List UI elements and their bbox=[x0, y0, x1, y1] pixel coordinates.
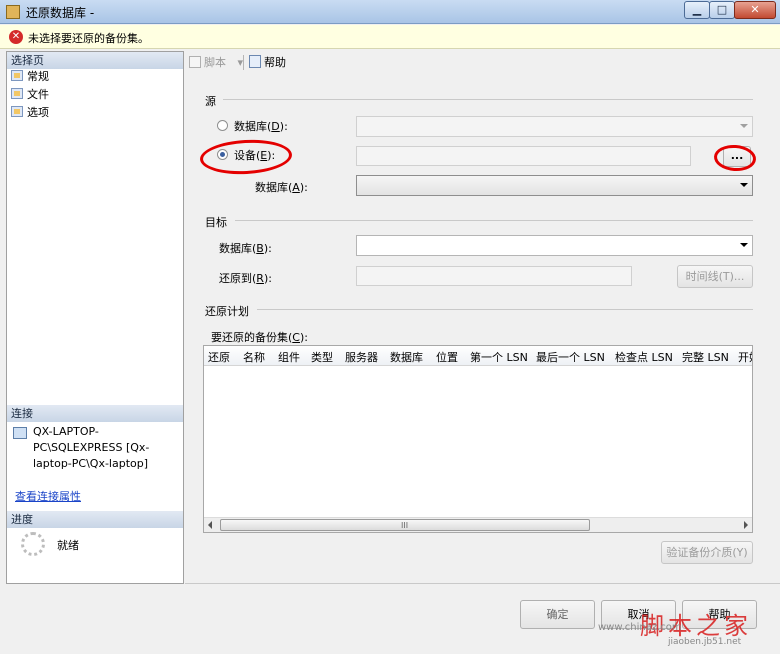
script-icon bbox=[189, 56, 201, 68]
toolbar-separator bbox=[243, 55, 244, 70]
sidebar-item-label: 常规 bbox=[27, 70, 49, 83]
divider bbox=[185, 583, 780, 584]
verify-backup-media-button[interactable]: 验证备份介质(Y) bbox=[661, 541, 753, 564]
column-header[interactable]: 检查点 LSN bbox=[615, 349, 673, 365]
spinner-icon bbox=[21, 532, 45, 556]
column-header[interactable]: 组件 bbox=[278, 349, 300, 365]
window-title: 还原数据库 - bbox=[26, 6, 95, 20]
column-header[interactable]: 完整 LSN bbox=[682, 349, 729, 365]
ok-button[interactable]: 确定 bbox=[520, 600, 595, 629]
chevron-down-icon bbox=[740, 183, 748, 187]
grid-header: 还原 名称 组件 类型 服务器 数据库 位置 第一个 LSN 最后一个 LSN … bbox=[204, 346, 752, 366]
connection-header: 连接 bbox=[7, 405, 183, 422]
page-icon bbox=[11, 70, 23, 81]
script-button[interactable]: 脚本 ▾ bbox=[189, 54, 243, 70]
target-database-label: 数据库(B): bbox=[219, 242, 272, 255]
target-database-combo[interactable] bbox=[356, 235, 753, 256]
toolbar: 脚本 ▾ 帮助 bbox=[185, 51, 780, 73]
scroll-grip: III bbox=[401, 521, 409, 530]
sidebar-item-general[interactable]: 常规 bbox=[11, 69, 49, 85]
watermark-url: www.chinaz.com bbox=[598, 622, 682, 633]
minimize-button[interactable]: ▁ bbox=[684, 1, 710, 19]
column-header[interactable]: 名称 bbox=[243, 349, 265, 365]
database-source-label: 数据库(D): bbox=[234, 120, 288, 133]
title-bar: 还原数据库 - ▁ □ ✕ bbox=[0, 0, 780, 24]
source-db-label: 数据库(A): bbox=[255, 181, 308, 194]
chevron-down-icon bbox=[740, 124, 748, 128]
chevron-down-icon bbox=[740, 243, 748, 247]
help-icon bbox=[249, 55, 261, 68]
select-page-header: 选择页 bbox=[7, 52, 183, 69]
restore-plan-group-label: 还原计划 bbox=[205, 305, 249, 318]
sidebar-item-label: 文件 bbox=[27, 88, 49, 101]
backup-sets-grid[interactable]: 还原 名称 组件 类型 服务器 数据库 位置 第一个 LSN 最后一个 LSN … bbox=[203, 345, 753, 533]
help-toolbar-button[interactable]: 帮助 bbox=[249, 54, 286, 70]
view-connection-properties-link[interactable]: 查看连接属性 bbox=[15, 488, 81, 504]
column-header[interactable]: 数据库 bbox=[390, 349, 423, 365]
divider bbox=[257, 309, 753, 310]
restore-to-label: 还原到(R): bbox=[219, 272, 272, 285]
page-icon bbox=[11, 106, 23, 117]
scroll-right-icon[interactable] bbox=[744, 521, 748, 529]
source-db-select[interactable] bbox=[356, 175, 753, 196]
column-header[interactable]: 开始 bbox=[738, 349, 752, 365]
column-header[interactable]: 服务器 bbox=[345, 349, 378, 365]
column-header[interactable]: 第一个 LSN bbox=[470, 349, 528, 365]
left-panel: 选择页 常规 文件 选项 连接 QX-LAPTOP-PC\SQLEXPRESS … bbox=[6, 51, 184, 584]
sidebar-item-label: 选项 bbox=[27, 106, 49, 119]
error-icon: ✕ bbox=[9, 30, 23, 44]
error-bar: ✕ 未选择要还原的备份集。 bbox=[0, 25, 780, 49]
divider bbox=[235, 220, 753, 221]
scroll-left-icon[interactable] bbox=[208, 521, 212, 529]
device-path-field bbox=[356, 146, 691, 166]
maximize-button[interactable]: □ bbox=[709, 1, 735, 19]
server-icon bbox=[13, 427, 27, 439]
column-header[interactable]: 类型 bbox=[311, 349, 333, 365]
sidebar-item-options[interactable]: 选项 bbox=[11, 105, 49, 121]
database-source-radio[interactable] bbox=[217, 120, 228, 131]
timeline-button[interactable]: 时间线(T)... bbox=[677, 265, 753, 288]
help-label: 帮助 bbox=[264, 56, 286, 69]
target-group-label: 目标 bbox=[205, 216, 227, 229]
close-button[interactable]: ✕ bbox=[734, 1, 776, 19]
error-message: 未选择要还原的备份集。 bbox=[28, 32, 149, 45]
source-database-select[interactable] bbox=[356, 116, 753, 137]
connection-info: QX-LAPTOP-PC\SQLEXPRESS [Qx-laptop-PC\Qx… bbox=[33, 425, 150, 470]
progress-status: 就绪 bbox=[57, 539, 79, 552]
restore-to-field bbox=[356, 266, 632, 286]
divider bbox=[223, 99, 753, 100]
backup-sets-label: 要还原的备份集(C): bbox=[211, 331, 308, 344]
column-header[interactable]: 还原 bbox=[208, 349, 230, 365]
app-icon bbox=[6, 5, 20, 19]
page-icon bbox=[11, 88, 23, 99]
column-header[interactable]: 位置 bbox=[436, 349, 458, 365]
progress-header: 进度 bbox=[7, 511, 183, 528]
scroll-thumb[interactable]: III bbox=[220, 519, 590, 531]
source-group-label: 源 bbox=[205, 95, 216, 108]
column-header[interactable]: 最后一个 LSN bbox=[536, 349, 605, 365]
sidebar-item-files[interactable]: 文件 bbox=[11, 87, 49, 103]
script-label: 脚本 bbox=[204, 56, 226, 69]
watermark-sub: jiaoben.jb51.net bbox=[668, 637, 742, 647]
horizontal-scrollbar[interactable]: III bbox=[204, 517, 752, 532]
